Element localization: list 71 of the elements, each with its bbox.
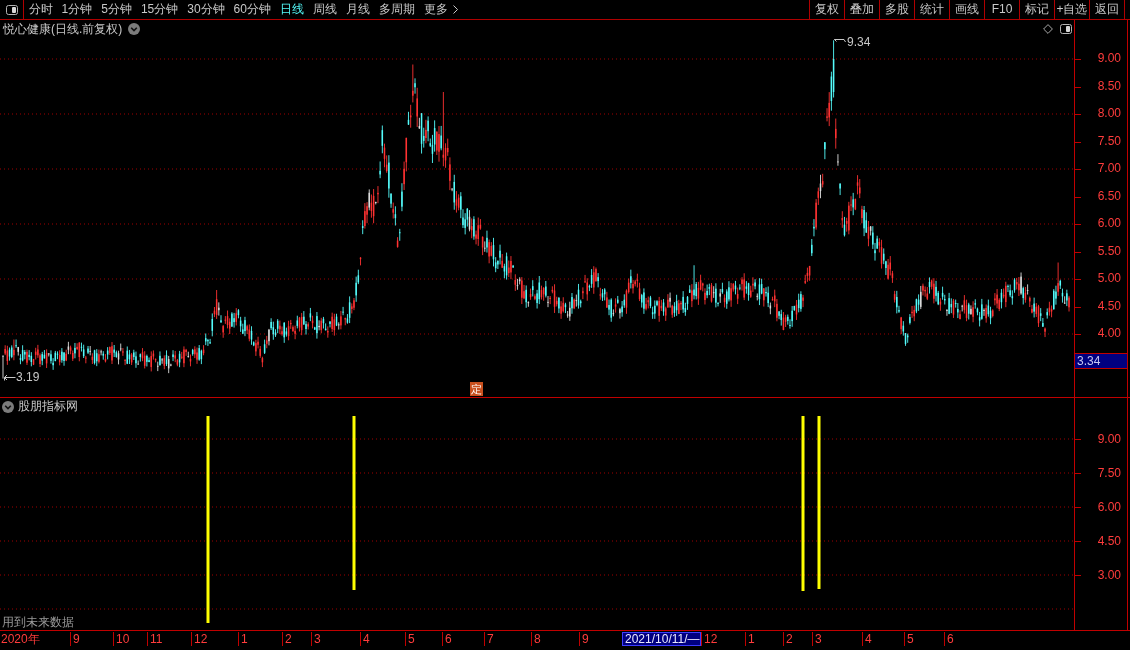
- axis-label: 3.00: [1075, 558, 1127, 592]
- date-label: 6: [944, 632, 984, 646]
- axis-label: 6.00: [1075, 210, 1127, 238]
- date-label: 2: [783, 632, 812, 646]
- arrow-icon: [4, 374, 16, 381]
- toolbar-button[interactable]: 画线: [949, 0, 984, 19]
- toolbar-button[interactable]: 标记: [1019, 0, 1054, 19]
- chevron-right-icon: [452, 5, 458, 14]
- axis-label: 4.00: [1075, 320, 1127, 348]
- toolbar-button[interactable]: F10: [984, 0, 1019, 19]
- date-label: 1: [238, 632, 282, 646]
- price-tag: 3.34: [1075, 352, 1127, 369]
- date-label: 5: [405, 632, 442, 646]
- marker-tag[interactable]: 定: [470, 382, 483, 396]
- period-tab[interactable]: 60分钟: [229, 0, 276, 19]
- more-menu-button[interactable]: 更多: [419, 0, 463, 19]
- period-tab[interactable]: 周线: [308, 0, 342, 19]
- axis-label: 9.00: [1075, 422, 1127, 456]
- date-label: 12: [191, 632, 238, 646]
- toolbar-button[interactable]: 返回: [1089, 0, 1124, 19]
- indicator-title: 股朋指标网: [18, 398, 78, 415]
- period-tab[interactable]: 月线: [341, 0, 375, 19]
- date-label: 2: [282, 632, 311, 646]
- period-tab[interactable]: 多周期: [374, 0, 420, 19]
- period-tab[interactable]: 5分钟: [96, 0, 137, 19]
- axis-label: 4.50: [1075, 524, 1127, 558]
- axis-label: 4.50: [1075, 292, 1127, 321]
- axis-label: 8.00: [1075, 100, 1127, 128]
- date-label: 9: [70, 632, 113, 646]
- date-label: 4: [360, 632, 405, 646]
- panel-toggle-icon: [5, 4, 18, 15]
- period-tab[interactable]: 1分钟: [57, 0, 97, 19]
- toolbar-button[interactable]: +自选: [1054, 0, 1089, 19]
- axis-label: 7.50: [1075, 127, 1127, 156]
- date-label: 8: [531, 632, 579, 646]
- chevron-down-icon[interactable]: [128, 23, 141, 35]
- chart-title: 悦心健康(日线.前复权): [3, 20, 123, 38]
- toolbar-button[interactable]: 多股: [879, 0, 914, 19]
- period-tab[interactable]: 30分钟: [182, 0, 230, 19]
- date-label: 10: [113, 632, 147, 646]
- toolbar-button[interactable]: 叠加: [844, 0, 879, 19]
- date-label: 7: [484, 632, 531, 646]
- date-label: 2020年: [0, 632, 41, 646]
- date-label: 3: [311, 632, 360, 646]
- axis-label: 9.00: [1075, 45, 1127, 73]
- diamond-icon[interactable]: [1043, 24, 1053, 34]
- date-label: 11: [147, 632, 191, 646]
- date-label: 5: [904, 632, 944, 646]
- axis-label: 6.50: [1075, 182, 1127, 211]
- axis-label: 8.50: [1075, 72, 1127, 101]
- axis-label: 5.50: [1075, 237, 1127, 266]
- date-label: 6: [442, 632, 484, 646]
- date-cursor-label: 2021/10/11/—: [622, 632, 701, 646]
- period-tab[interactable]: 15分钟: [136, 0, 183, 19]
- date-label: 12: [701, 632, 745, 646]
- date-label: 4: [862, 632, 904, 646]
- axis-label: 7.50: [1075, 456, 1127, 490]
- toolbar-button[interactable]: 统计: [914, 0, 949, 19]
- panel-toggle-icon[interactable]: [1060, 24, 1072, 34]
- period-tab[interactable]: 分时: [24, 0, 57, 19]
- chevron-down-icon[interactable]: [2, 400, 14, 413]
- toolbar-button[interactable]: 复权: [809, 0, 844, 19]
- price-label: 3.19: [16, 371, 40, 384]
- warning-note: 用到未来数据: [1, 615, 75, 629]
- axis-label: 5.00: [1075, 265, 1127, 293]
- axis-label: 6.00: [1075, 490, 1127, 524]
- axis-label: 7.00: [1075, 155, 1127, 183]
- period-tab[interactable]: 日线: [275, 0, 309, 19]
- price-label: 9.34: [847, 36, 871, 49]
- date-label: 1: [745, 632, 783, 646]
- date-label: 3: [812, 632, 862, 646]
